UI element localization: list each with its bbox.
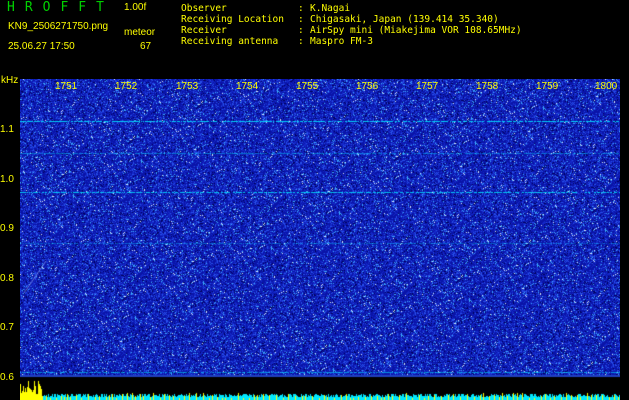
x-tick-label: 1753 [176,81,199,92]
mode-label: meteor [124,27,156,38]
spectrogram-canvas[interactable] [20,79,620,400]
station-info: Observer: K.Nagai Receiving Location: Chig… [181,3,522,47]
info-value: AirSpy mini (Miakejima VOR 108.65MHz) [310,25,522,36]
x-tick-label: 1754 [236,81,259,92]
info-separator: : [298,25,304,36]
y-tick-label: 0.6 [0,372,14,383]
info-separator: : [298,3,304,14]
info-row-antenna: Receiving antenna: Maspro FM-3 [181,36,522,47]
info-row-observer: Observer: K.Nagai [181,3,522,14]
info-row-receiver: Receiver: AirSpy mini (Miakejima VOR 108.… [181,25,522,36]
x-tick-label: 1751 [55,81,78,92]
info-value: Chigasaki, Japan (139.414 35.340) [310,14,499,25]
y-tick-label: 1.0 [0,174,14,185]
datetime-label: 25.06.27 17:50 [8,41,75,52]
x-tick-label: 1755 [296,81,319,92]
info-value: K.Nagai [310,3,351,14]
mode-value: 67 [140,41,152,52]
info-key: Receiving Location [181,14,284,25]
filename-label: KN9_2506271750.png [8,21,109,32]
x-tick-label: 1756 [356,81,379,92]
info-value: Maspro FM-3 [310,36,373,47]
y-tick-label: 0.8 [0,273,14,284]
info-key: Observer [181,3,227,14]
info-row-location: Receiving Location: Chigasaki, Japan (139… [181,14,522,25]
y-tick-label: 0.7 [0,322,14,333]
info-separator: : [298,36,304,47]
info-key: Receiver [181,25,227,36]
app-title: HROFFT [7,0,114,15]
version-label: 1.00f [124,2,147,13]
info-key: Receiving antenna [181,36,279,47]
info-separator: : [298,14,304,25]
y-tick-label: 1.1 [0,124,14,135]
x-tick-label: 1758 [476,81,499,92]
y-axis-unit: kHz [1,75,19,86]
x-tick-label: 1752 [115,81,138,92]
x-tick-label: 1800 [595,81,618,92]
x-tick-label: 1757 [416,81,439,92]
y-tick-label: 0.9 [0,223,14,234]
x-tick-label: 1759 [536,81,559,92]
